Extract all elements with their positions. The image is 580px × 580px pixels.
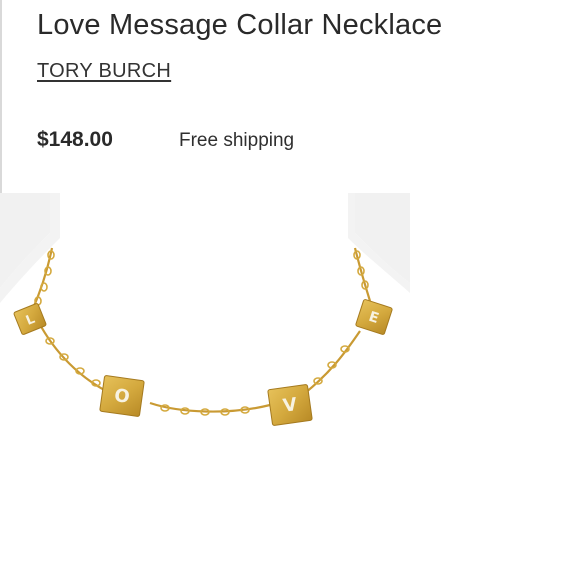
- shipping-label: Free shipping: [179, 130, 295, 151]
- listing-page: Love Message Collar Necklace TORY BURCH …: [0, 0, 580, 580]
- product-image[interactable]: L O V E: [0, 193, 410, 580]
- product-price: $148.00: [37, 128, 113, 151]
- pendant-letter-v: V: [282, 394, 299, 417]
- display-bust: [0, 193, 410, 580]
- necklace-photo: L O V E: [0, 193, 410, 580]
- pendant-v: V: [267, 384, 313, 426]
- pendant-o: O: [99, 375, 145, 417]
- product-title: Love Message Collar Necklace: [37, 9, 443, 41]
- pendant-letter-o: O: [113, 385, 131, 408]
- brand-link[interactable]: TORY BURCH: [37, 60, 171, 83]
